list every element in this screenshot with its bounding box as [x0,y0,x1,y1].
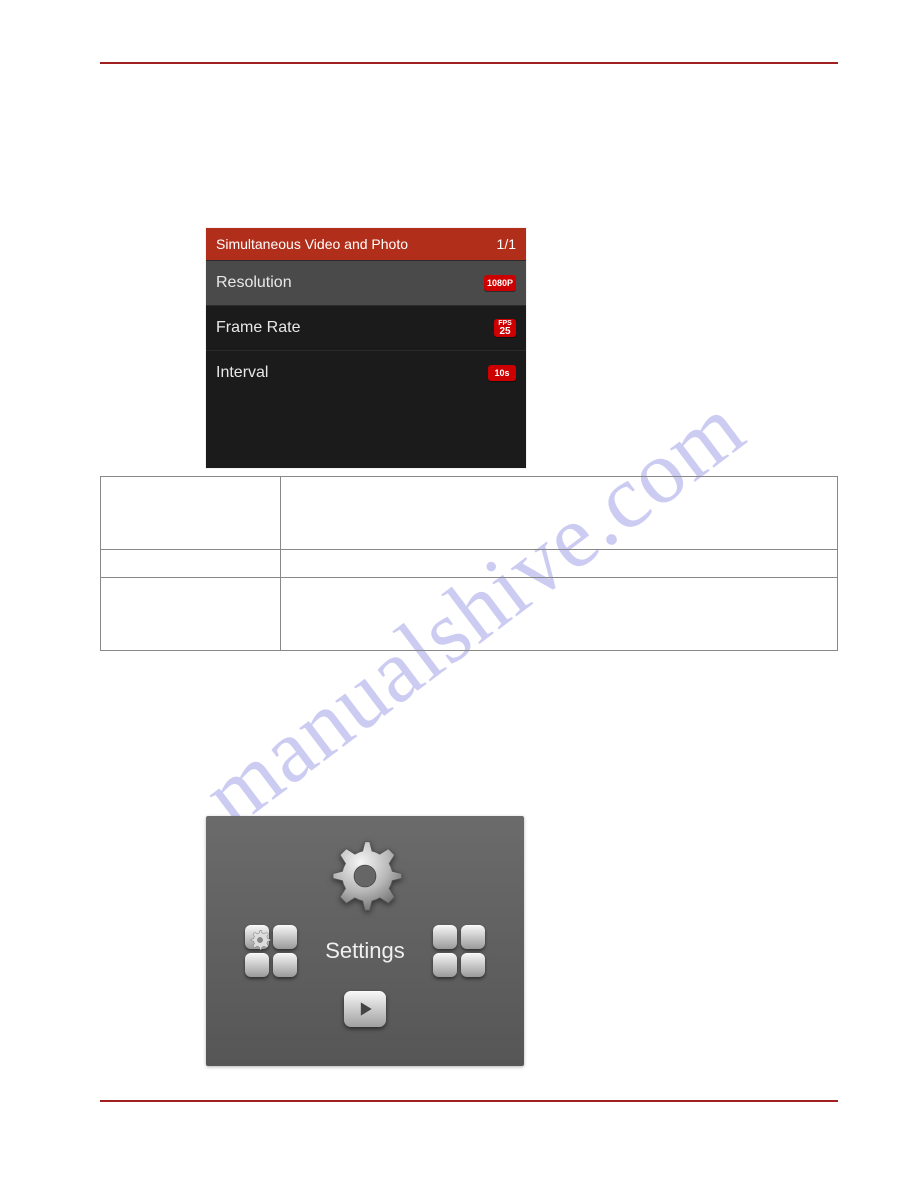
table-row [101,477,838,550]
device-menu-title: Simultaneous Video and Photo [216,236,408,252]
device-carousel-screenshot: Settings [206,816,524,1066]
page-top-rule [100,62,838,64]
table-row [101,550,838,578]
play-icon [355,999,375,1019]
carousel-left-tiles[interactable] [245,925,297,977]
mini-gear-icon [249,929,271,951]
menu-row-label: Resolution [216,274,292,292]
table-cell [281,550,838,578]
gear-icon [326,837,404,915]
table-cell [101,578,281,651]
fps-badge: FPS 25 [494,319,516,337]
play-button[interactable] [344,991,386,1027]
device-menu-page-indicator: 1/1 [497,236,516,252]
resolution-badge: 1080P [484,275,516,291]
table-cell [101,550,281,578]
table-cell [281,578,838,651]
table-cell [101,477,281,550]
table-row [101,578,838,651]
carousel-center-label: Settings [325,938,405,964]
menu-row-resolution[interactable]: Resolution 1080P [206,260,526,305]
device-menu-screenshot: Simultaneous Video and Photo 1/1 Resolut… [206,228,526,468]
menu-row-label: Frame Rate [216,319,300,337]
fps-value: 25 [499,327,510,337]
page-bottom-rule [100,1100,838,1102]
menu-row-label: Interval [216,364,268,382]
device-menu-header: Simultaneous Video and Photo 1/1 [206,228,526,260]
settings-description-table [100,476,838,651]
menu-row-interval[interactable]: Interval 10s [206,350,526,395]
menu-row-framerate[interactable]: Frame Rate FPS 25 [206,305,526,350]
table-cell [281,477,838,550]
interval-badge: 10s [488,365,516,381]
carousel-right-tiles[interactable] [433,925,485,977]
